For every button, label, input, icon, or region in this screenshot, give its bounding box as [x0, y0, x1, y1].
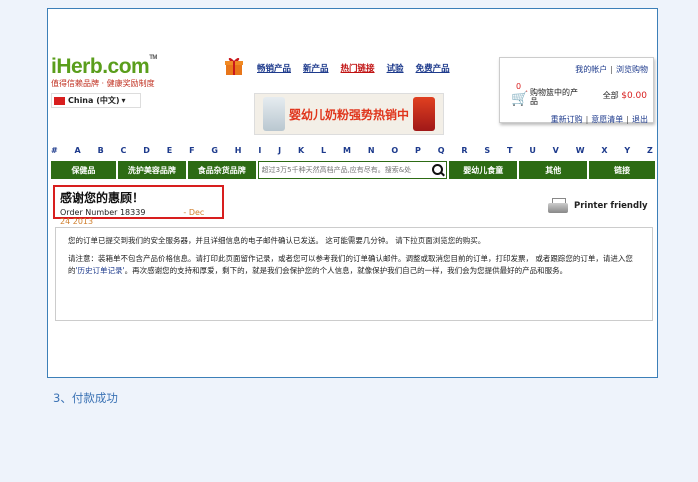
alphabet-letter[interactable]: Z: [647, 146, 653, 155]
search-box: [257, 161, 448, 179]
order-number: Order Number 18339- Dec 24 2013: [60, 208, 205, 226]
recent-viewed-link[interactable]: 浏览购物: [616, 65, 648, 74]
topnav-bestsellers[interactable]: 畅销产品: [257, 62, 291, 74]
alphabet-letter[interactable]: E: [167, 146, 172, 155]
confirmation-line: 您的订单已提交到我们的安全服务器，并且详细信息的电子邮件确认已发送。 这可能需要…: [68, 236, 486, 245]
alphabet-letter[interactable]: V: [553, 146, 559, 155]
cat-links[interactable]: 链接: [589, 161, 656, 179]
alphabet-letter[interactable]: J: [278, 146, 281, 155]
wishlist-link[interactable]: 意愿清单: [591, 115, 623, 124]
promo-banner[interactable]: 婴幼儿奶粉强势热销中: [254, 93, 444, 135]
alphabet-letter[interactable]: #: [51, 146, 58, 155]
alphabet-letter[interactable]: I: [258, 146, 261, 155]
topnav-trial[interactable]: 试验: [387, 62, 404, 74]
alphabet-letter[interactable]: F: [189, 146, 194, 155]
alphabet-letter[interactable]: X: [601, 146, 607, 155]
order-history-link[interactable]: '历史订单记录': [76, 266, 125, 275]
search-input[interactable]: [258, 166, 429, 174]
cart-total: 全部 $0.00: [602, 91, 647, 101]
cat-baby[interactable]: 婴幼儿食童: [449, 161, 518, 179]
locale-selector[interactable]: China (中文) ▾: [51, 93, 141, 108]
cart-label[interactable]: 购物篮中的产品: [530, 88, 580, 106]
logo-tagline: 值得信赖品牌 · 健康奖励制度: [51, 79, 155, 88]
account-links: 我的帐户 | 浏览购物: [575, 65, 648, 74]
printer-friendly-button[interactable]: Printer friendly: [548, 198, 648, 214]
gift-icon: [225, 57, 243, 75]
formula-tin-image: [413, 97, 435, 131]
alphabet-letter[interactable]: N: [368, 146, 375, 155]
alphabet-letter[interactable]: G: [211, 146, 218, 155]
alphabet-letter[interactable]: L: [321, 146, 326, 155]
category-nav: 保健品 洗护美容品牌 食品杂货品牌 婴幼儿食童 其他 链接: [51, 161, 656, 179]
my-account-link[interactable]: 我的帐户: [575, 65, 607, 74]
topnav-new-products[interactable]: 新产品: [303, 62, 329, 74]
thank-you-title: 感谢您的惠顾！: [60, 191, 145, 205]
confirmation-message: 您的订单已提交到我们的安全服务器，并且详细信息的电子邮件确认已发送。 这可能需要…: [55, 227, 653, 321]
cat-beauty[interactable]: 洗护美容品牌: [117, 161, 186, 179]
alphabet-letter[interactable]: R: [461, 146, 467, 155]
alphabet-letter[interactable]: A: [75, 146, 81, 155]
account-panel: 我的帐户 | 浏览购物 0 🛒 购物篮中的产品 全部 $0.00 重新订购 | 意愿清单…: [499, 57, 654, 124]
promo-text: 婴幼儿奶粉强势热销中: [288, 107, 409, 122]
topnav-free-products[interactable]: 免费产品: [416, 62, 450, 74]
alphabet-letter[interactable]: Q: [438, 146, 445, 155]
reorder-link[interactable]: 重新订购: [551, 115, 583, 124]
china-flag-icon: [54, 96, 65, 105]
locale-label: China (中文): [68, 96, 120, 105]
alphabet-index: # A B C D E F G H I J K L M N O P Q R S T U V W X Y Z: [51, 146, 653, 155]
alphabet-letter[interactable]: K: [298, 146, 304, 155]
cat-supplements[interactable]: 保健品: [51, 161, 116, 179]
alphabet-letter[interactable]: T: [507, 146, 512, 155]
chevron-down-icon: ▾: [121, 96, 126, 105]
printer-label: Printer friendly: [574, 201, 648, 211]
alphabet-letter[interactable]: P: [415, 146, 421, 155]
alphabet-letter[interactable]: B: [98, 146, 104, 155]
cart-count: 0: [516, 82, 522, 91]
alphabet-letter[interactable]: D: [143, 146, 150, 155]
alphabet-letter[interactable]: H: [235, 146, 242, 155]
alphabet-letter[interactable]: C: [121, 146, 127, 155]
search-icon[interactable]: [429, 162, 445, 178]
thank-you-box: 感谢您的惠顾！ Order Number 18339- Dec 24 2013: [53, 185, 224, 226]
top-nav: 畅销产品 新产品 热门链接 试验 免费产品: [257, 62, 450, 74]
printer-icon: [548, 198, 568, 214]
formula-tin-image: [262, 97, 285, 131]
alphabet-letter[interactable]: U: [529, 146, 536, 155]
cat-grocery[interactable]: 食品杂货品牌: [187, 161, 256, 179]
iherb-logo[interactable]: iHerb.comTM: [51, 55, 157, 79]
alphabet-letter[interactable]: W: [576, 146, 585, 155]
account-links-bottom: 重新订购 | 意愿清单 | 退出: [550, 115, 648, 124]
alphabet-letter[interactable]: Y: [624, 146, 630, 155]
notice-paragraph: 请注意：装箱单不包含产品价格信息。请打印此页面留作记录，或者您可以参考我们的订单…: [68, 254, 633, 275]
topnav-hot-links[interactable]: 热门链接: [341, 62, 375, 74]
logout-link[interactable]: 退出: [632, 115, 648, 124]
step-caption: 3、付款成功: [53, 391, 118, 405]
alphabet-letter[interactable]: M: [343, 146, 351, 155]
alphabet-letter[interactable]: O: [391, 146, 398, 155]
cat-other[interactable]: 其他: [519, 161, 588, 179]
alphabet-letter[interactable]: S: [484, 146, 490, 155]
shopping-cart-icon[interactable]: 🛒: [511, 91, 528, 107]
browser-screenshot-frame: iHerb.comTM 值得信赖品牌 · 健康奖励制度 China (中文) ▾…: [47, 8, 658, 378]
